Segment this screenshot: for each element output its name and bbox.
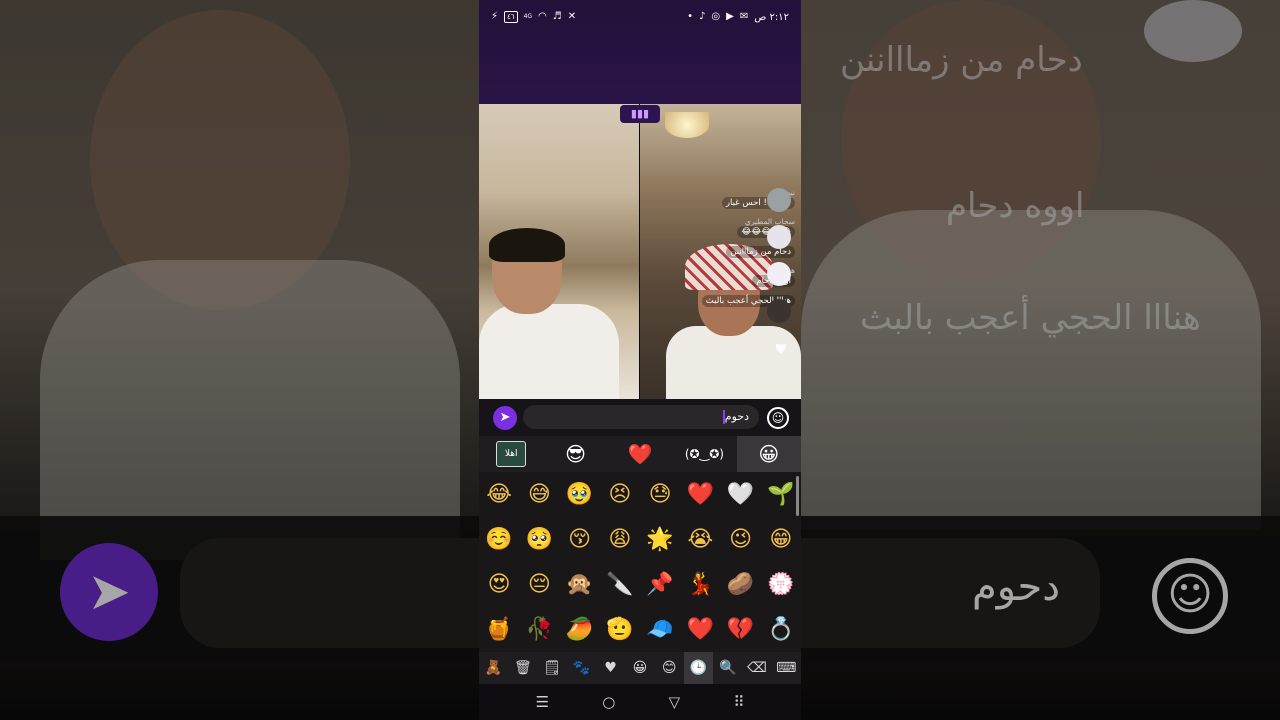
status-bar: ⚡ ٤٦ 4G ◠ ♬ ✕ • ♪ ◎ ▶ ✉ ٢:١٢ ص — [479, 0, 801, 104]
animal-icon[interactable]: 🐾 — [567, 652, 596, 684]
heart-icon[interactable]: ♥ — [596, 652, 625, 684]
headphones-icon: ♬ — [552, 11, 562, 22]
emoji-key[interactable]: 😓 — [640, 472, 680, 517]
emoji-grid: 😂 😅 🥹 😣 😓 ❤️ 🤍 🌱 ☺️ 🥺 😚 😩 🌟 😭 😉 😁 😍 😔 🙊 🔪 📌 💃 🥔 💮 🍯 🥀 🥭 🫡 🧢 ❤️ 💔 💍 — [479, 472, 801, 652]
chat-avatar[interactable] — [767, 262, 791, 286]
message-input[interactable]: دحوم — [523, 405, 759, 429]
audio-bars-icon[interactable]: ▮▮▮ — [620, 105, 660, 123]
recent-icon[interactable]: 🕒 — [683, 652, 714, 684]
send-icon[interactable]: ➤ — [493, 406, 517, 430]
video-left-host — [479, 104, 639, 399]
clock: ٢:١٢ ص — [754, 11, 789, 23]
battery-level: ٤٦ — [504, 11, 518, 23]
video-icon: ▶ — [726, 11, 734, 22]
chat-avatar[interactable] — [767, 299, 791, 323]
emoji-key[interactable]: 🤍 — [721, 472, 761, 517]
tab-sticker[interactable]: اهلا — [479, 436, 543, 472]
mail-icon: ✉ — [739, 11, 749, 22]
emoji-category-tabs: اهلا 😎 ❤️ (✪‿✪) 😀 — [479, 436, 801, 472]
tab-emoji-heart[interactable]: ❤️ — [608, 436, 672, 472]
host-body — [479, 304, 619, 399]
emoji-bottom-bar: 🧸 🗑 🗒 🐾 ♥ 😀 😊 🕒 🔍 ⌫ ⌨ — [479, 652, 801, 684]
back-icon[interactable]: ▽ — [669, 693, 681, 711]
system-navbar: ☰ ○ ▽ ⠿ — [479, 684, 801, 720]
dot-icon: • — [687, 11, 694, 22]
emoji-key[interactable]: 🌱 — [761, 472, 801, 517]
smile-icon[interactable]: ☺ — [767, 407, 789, 429]
sticker-thumbnail: اهلا — [496, 441, 527, 467]
host-hair — [489, 228, 565, 262]
emoji-key[interactable]: 😅 — [519, 472, 559, 517]
emoji-scrollbar[interactable] — [796, 476, 799, 516]
keyboard-icon[interactable]: ⠿ — [733, 693, 744, 711]
chat-text: دحام من زماااننن — [726, 246, 795, 258]
emoji-key[interactable]: 😚 — [560, 517, 600, 562]
chat-avatar[interactable] — [767, 225, 791, 249]
trash-icon[interactable]: 🗑 — [508, 652, 537, 684]
like-icon[interactable]: ♥ — [774, 342, 787, 358]
emoji-key[interactable]: ❤️ — [680, 607, 720, 652]
emoji-key[interactable]: ☺️ — [479, 517, 519, 562]
backspace-icon[interactable]: ⌫ — [742, 652, 771, 684]
emoji-key[interactable]: 😩 — [600, 517, 640, 562]
mute-icon: ✕ — [567, 11, 577, 22]
tab-emoji[interactable]: 😀 — [736, 436, 801, 472]
live-video: ▮▮▮ نيم الغل @ديمه! احس غبار سحاب المطير… — [479, 104, 801, 399]
emoji-key[interactable]: 🥔 — [721, 562, 761, 607]
emoji-key[interactable]: 💍 — [761, 607, 801, 652]
emoji-key[interactable]: 🥹 — [560, 472, 600, 517]
emoji-key[interactable]: 🥺 — [519, 517, 559, 562]
instagram-icon: ◎ — [711, 11, 721, 22]
document-icon[interactable]: 🗒 — [538, 652, 567, 684]
sticker-icon[interactable]: 🧸 — [479, 652, 508, 684]
emoji-key[interactable]: 📌 — [640, 562, 680, 607]
chandelier — [665, 112, 709, 138]
emoji-key[interactable]: 🔪 — [600, 562, 640, 607]
emoji-key[interactable]: 🥭 — [560, 607, 600, 652]
recents-icon[interactable]: ☰ — [536, 693, 549, 711]
emoji-key[interactable]: 🍯 — [479, 607, 519, 652]
tab-kaomoji[interactable]: (✪‿✪) — [672, 436, 736, 472]
emoji-key[interactable]: 😁 — [761, 517, 801, 562]
charging-icon: ⚡ — [491, 11, 499, 22]
emoji-key[interactable]: ❤️ — [680, 472, 720, 517]
emoji-key[interactable]: 💔 — [721, 607, 761, 652]
emoji-key[interactable]: 💮 — [761, 562, 801, 607]
home-icon[interactable]: ○ — [602, 693, 615, 711]
tiktok-icon: ♪ — [699, 11, 706, 22]
emoji-key[interactable]: 😍 — [479, 562, 519, 607]
emoji-key[interactable]: 💃 — [680, 562, 720, 607]
phone-screen: ⚡ ٤٦ 4G ◠ ♬ ✕ • ♪ ◎ ▶ ✉ ٢:١٢ ص ▮▮▮ نيم @… — [479, 0, 801, 720]
chat-username: سحاب المطيري — [745, 217, 795, 226]
emoji-key[interactable]: 🥀 — [519, 607, 559, 652]
wifi-icon: ◠ — [538, 11, 547, 22]
emoji-key[interactable]: 😣 — [600, 472, 640, 517]
face-icon[interactable]: 😀 — [625, 652, 654, 684]
keyboard-grid-icon[interactable]: ⌨ — [772, 652, 801, 684]
network-type: 4G — [523, 13, 533, 20]
emoji-key[interactable]: 🙊 — [560, 562, 600, 607]
message-bar: ➤ دحوم ☺ — [479, 399, 801, 436]
smiley-icon[interactable]: 😊 — [655, 652, 684, 684]
emoji-key[interactable]: 😭 — [680, 517, 720, 562]
emoji-key[interactable]: 🌟 — [640, 517, 680, 562]
message-input-text: دحوم — [724, 410, 749, 423]
emoji-key[interactable]: 😉 — [721, 517, 761, 562]
guest-body — [666, 326, 801, 399]
chat-avatar[interactable] — [767, 188, 791, 212]
search-icon[interactable]: 🔍 — [713, 652, 742, 684]
tab-emoji-cool[interactable]: 😎 — [543, 436, 607, 472]
emoji-key[interactable]: 🫡 — [600, 607, 640, 652]
emoji-key[interactable]: 😔 — [519, 562, 559, 607]
emoji-key[interactable]: 🧢 — [640, 607, 680, 652]
emoji-key[interactable]: 😂 — [479, 472, 519, 517]
